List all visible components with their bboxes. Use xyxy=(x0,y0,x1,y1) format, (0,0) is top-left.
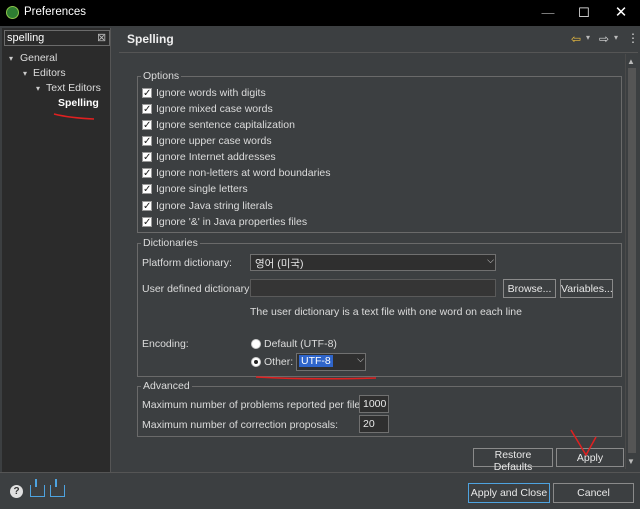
browse-button[interactable]: Browse... xyxy=(503,279,556,298)
import-icon[interactable] xyxy=(30,479,45,497)
checkbox-checked-icon[interactable]: ✓ xyxy=(142,184,152,195)
option-label: Ignore upper case words xyxy=(156,135,272,147)
checkbox-checked-icon[interactable]: ✓ xyxy=(142,217,152,228)
tree-item-text-editors[interactable]: Text Editors xyxy=(46,82,101,94)
page-title: Spelling xyxy=(127,32,174,46)
apply-and-close-label: Apply and Close xyxy=(470,487,548,499)
checkbox-checked-icon[interactable]: ✓ xyxy=(142,120,152,131)
app-logo-icon xyxy=(6,6,19,19)
checkbox-checked-icon[interactable]: ✓ xyxy=(142,104,152,115)
option-label: Ignore mixed case words xyxy=(156,103,273,115)
other-encoding-select[interactable]: UTF-8 ⌵ xyxy=(296,353,366,371)
option-label: Ignore non-letters at word boundaries xyxy=(156,167,331,179)
tree-item-spelling[interactable]: Spelling xyxy=(58,97,99,109)
checkbox-checked-icon[interactable]: ✓ xyxy=(142,168,152,179)
export-icon[interactable] xyxy=(50,479,65,497)
forward-arrow-icon[interactable]: ⇨ xyxy=(599,32,609,46)
expand-arrow-icon[interactable]: ▾ xyxy=(23,69,27,78)
default-encoding-radio[interactable] xyxy=(251,339,261,349)
variables-button[interactable]: Variables... xyxy=(560,279,613,298)
maximize-icon[interactable]: ☐ xyxy=(574,3,594,23)
cancel-button[interactable]: Cancel xyxy=(553,483,634,503)
max-problems-label: Maximum number of problems reported per … xyxy=(142,399,364,411)
option-label: Ignore single letters xyxy=(156,183,248,195)
option-label: Ignore '&' in Java properties files xyxy=(156,216,308,228)
platform-dictionary-value: 영어 (미국) xyxy=(255,258,304,270)
max-proposals-input[interactable]: 20 xyxy=(359,415,389,433)
option-ignore-sentence-capitalization[interactable]: ✓ Ignore sentence capitalization xyxy=(142,118,295,132)
browse-button-label: Browse... xyxy=(507,282,552,295)
apply-label: Apply xyxy=(576,451,604,464)
variables-button-label: Variables... xyxy=(561,282,613,295)
close-icon[interactable]: ✕ xyxy=(611,3,631,23)
tree-item-editors[interactable]: Editors xyxy=(33,67,66,79)
checkbox-checked-icon[interactable]: ✓ xyxy=(142,201,152,212)
title-bar: Preferences — ☐ ✕ xyxy=(0,0,640,26)
minimize-icon[interactable]: — xyxy=(538,3,558,23)
max-problems-input[interactable]: 1000 xyxy=(359,395,389,413)
default-encoding-label: Default (UTF-8) xyxy=(264,338,337,350)
scroll-up-icon[interactable]: ▲ xyxy=(627,57,635,66)
restore-defaults-button[interactable]: Restore Defaults xyxy=(473,448,553,473)
option-ignore-upper-case[interactable]: ✓ Ignore upper case words xyxy=(142,134,272,148)
user-dictionary-hint: The user dictionary is a text file with … xyxy=(250,306,522,318)
cancel-label: Cancel xyxy=(577,487,610,499)
max-proposals-label: Maximum number of correction proposals: xyxy=(142,419,339,431)
platform-dictionary-select[interactable]: 영어 (미국) ⌵ xyxy=(250,254,496,271)
other-encoding-radio[interactable] xyxy=(251,357,261,367)
chevron-down-icon: ⌵ xyxy=(357,354,364,364)
advanced-legend: Advanced xyxy=(143,380,190,392)
apply-button[interactable]: Apply xyxy=(556,448,624,467)
encoding-label: Encoding: xyxy=(142,338,189,350)
platform-dictionary-label: Platform dictionary: xyxy=(142,257,232,269)
header-divider xyxy=(119,52,638,53)
option-label: Ignore Internet addresses xyxy=(156,151,276,163)
window-title: Preferences xyxy=(24,6,87,18)
apply-and-close-button[interactable]: Apply and Close xyxy=(468,483,550,503)
checkbox-checked-icon[interactable]: ✓ xyxy=(142,136,152,147)
option-ignore-java-strings[interactable]: ✓ Ignore Java string literals xyxy=(142,199,273,213)
other-encoding-label: Other: xyxy=(264,356,294,368)
option-ignore-ampersand[interactable]: ✓ Ignore '&' in Java properties files xyxy=(142,215,307,229)
scrollbar-thumb[interactable] xyxy=(628,68,636,453)
options-legend: Options xyxy=(143,70,180,82)
option-label: Ignore words with digits xyxy=(156,87,266,99)
chevron-down-icon: ⌵ xyxy=(487,255,494,265)
restore-defaults-label: Restore Defaults xyxy=(493,449,533,473)
footer-divider xyxy=(0,472,640,473)
tree-item-general[interactable]: General xyxy=(20,52,57,64)
back-arrow-icon[interactable]: ⇦ xyxy=(571,32,581,46)
filter-input[interactable] xyxy=(4,30,110,46)
preference-tree-panel xyxy=(2,28,111,472)
checkbox-checked-icon[interactable]: ✓ xyxy=(142,152,152,163)
other-encoding-value: UTF-8 xyxy=(299,355,333,367)
checkbox-checked-icon[interactable]: ✓ xyxy=(142,88,152,99)
scroll-down-icon[interactable]: ▼ xyxy=(627,457,635,466)
option-ignore-mixed-case[interactable]: ✓ Ignore mixed case words xyxy=(142,102,273,116)
option-label: Ignore sentence capitalization xyxy=(156,119,295,131)
clear-filter-icon[interactable]: ⊠ xyxy=(97,31,106,44)
option-ignore-single-letters[interactable]: ✓ Ignore single letters xyxy=(142,182,248,196)
help-icon[interactable]: ? xyxy=(10,485,23,498)
expand-arrow-icon[interactable]: ▾ xyxy=(9,54,13,63)
option-label: Ignore Java string literals xyxy=(156,200,273,212)
forward-dropdown-icon[interactable]: ▾ xyxy=(614,33,618,42)
option-ignore-non-letters[interactable]: ✓ Ignore non-letters at word boundaries xyxy=(142,166,331,180)
user-dictionary-input[interactable] xyxy=(250,279,496,297)
back-dropdown-icon[interactable]: ▾ xyxy=(586,33,590,42)
option-ignore-internet-addresses[interactable]: ✓ Ignore Internet addresses xyxy=(142,150,276,164)
user-dictionary-label: User defined dictionary: xyxy=(142,283,253,295)
option-ignore-digits[interactable]: ✓ Ignore words with digits xyxy=(142,86,266,100)
view-menu-icon[interactable]: ⋮ xyxy=(627,31,639,45)
expand-arrow-icon[interactable]: ▾ xyxy=(36,84,40,93)
dictionaries-legend: Dictionaries xyxy=(143,237,198,249)
